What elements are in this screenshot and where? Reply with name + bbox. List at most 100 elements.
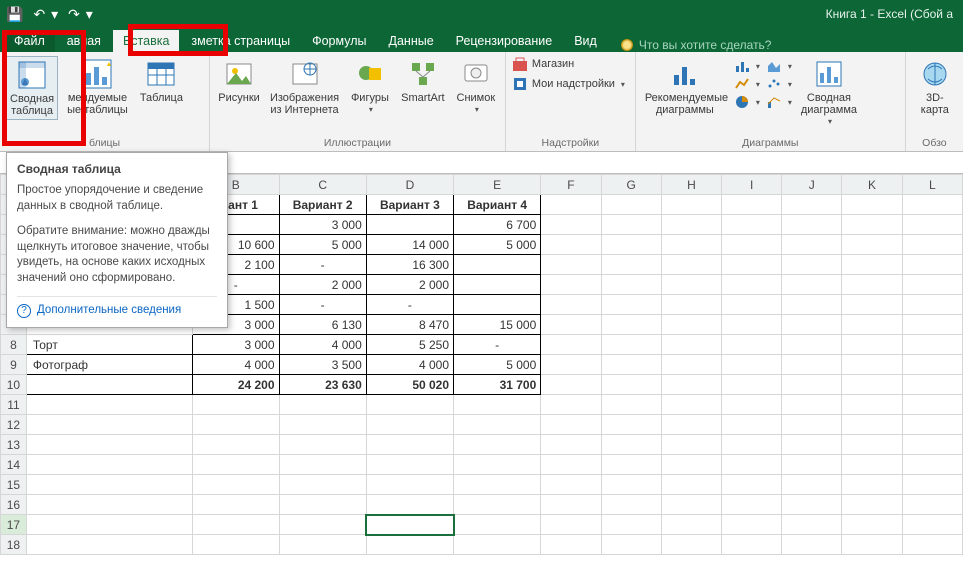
col-header[interactable]: E: [454, 175, 541, 195]
row-header[interactable]: 15: [1, 475, 27, 495]
row-header[interactable]: 12: [1, 415, 27, 435]
cell[interactable]: -: [279, 295, 366, 315]
pivot-chart-button[interactable]: Сводная диаграмма▾: [798, 56, 860, 129]
cell[interactable]: 4 000: [192, 355, 279, 375]
col-header[interactable]: I: [722, 175, 782, 195]
cell[interactable]: 4 000: [366, 355, 453, 375]
cell[interactable]: 6 130: [279, 315, 366, 335]
table-row[interactable]: 14: [1, 455, 963, 475]
cell[interactable]: [366, 215, 453, 235]
row-header[interactable]: 13: [1, 435, 27, 455]
cell[interactable]: [454, 255, 541, 275]
recommended-pivot-button[interactable]: мендуемые ые таблицы: [64, 56, 131, 118]
row-header[interactable]: 14: [1, 455, 27, 475]
cell[interactable]: 8 470: [366, 315, 453, 335]
cell[interactable]: 4 000: [279, 335, 366, 355]
chart-type-pie[interactable]: ▾: [734, 94, 760, 110]
cell[interactable]: 3 500: [279, 355, 366, 375]
chart-type-scatter[interactable]: ▾: [766, 76, 792, 92]
cell[interactable]: 5 000: [279, 235, 366, 255]
cell[interactable]: -: [454, 335, 541, 355]
screenshot-button[interactable]: Снимок▾: [453, 56, 499, 117]
store-button[interactable]: Магазин: [512, 56, 625, 72]
table-row[interactable]: 18: [1, 535, 963, 555]
cell[interactable]: 5 000: [454, 355, 541, 375]
col-header[interactable]: J: [782, 175, 842, 195]
cell[interactable]: 2 000: [279, 275, 366, 295]
cell[interactable]: 6 700: [454, 215, 541, 235]
recommended-charts-button[interactable]: Рекомендуемые диаграммы: [642, 56, 728, 118]
cell[interactable]: [454, 275, 541, 295]
active-cell[interactable]: [366, 515, 453, 535]
table-row[interactable]: 8 Торт 3 000 4 000 5 250 -: [1, 335, 963, 355]
row-header[interactable]: 10: [1, 375, 27, 395]
cell[interactable]: 50 020: [366, 375, 453, 395]
undo-icon[interactable]: ↶ ▾: [33, 6, 58, 23]
redo-icon[interactable]: ↷ ▾: [68, 6, 93, 23]
pictures-button[interactable]: Рисунки: [216, 56, 262, 106]
table-row[interactable]: 15: [1, 475, 963, 495]
cell[interactable]: Вариант 3: [366, 195, 453, 215]
cell[interactable]: 16 300: [366, 255, 453, 275]
tab-file[interactable]: Файл: [4, 30, 55, 52]
row-header[interactable]: 11: [1, 395, 27, 415]
table-row[interactable]: 10 24 200 23 630 50 020 31 700: [1, 375, 963, 395]
col-header[interactable]: D: [366, 175, 453, 195]
online-pictures-button[interactable]: Изображения из Интернета: [268, 56, 341, 118]
tab-review[interactable]: Рецензирование: [446, 30, 563, 52]
row-header[interactable]: 16: [1, 495, 27, 515]
cell[interactable]: Вариант 2: [279, 195, 366, 215]
cell[interactable]: 5 000: [454, 235, 541, 255]
row-header[interactable]: 9: [1, 355, 27, 375]
smartart-button[interactable]: SmartArt: [399, 56, 447, 106]
col-header[interactable]: L: [902, 175, 962, 195]
col-header[interactable]: K: [842, 175, 902, 195]
chart-type-area[interactable]: ▾: [766, 58, 792, 74]
cell[interactable]: Торт: [26, 335, 192, 355]
my-addins-button[interactable]: Мои надстройки ▾: [512, 76, 625, 92]
cell[interactable]: 15 000: [454, 315, 541, 335]
shapes-button[interactable]: Фигуры▾: [347, 56, 393, 117]
cell[interactable]: 5 250: [366, 335, 453, 355]
cell[interactable]: 24 200: [192, 375, 279, 395]
cell[interactable]: Фотограф: [26, 355, 192, 375]
tab-page-layout[interactable]: зметка страницы: [181, 30, 300, 52]
3d-map-button[interactable]: 3D- карта: [912, 56, 958, 118]
row-header[interactable]: 17: [1, 515, 27, 535]
cell[interactable]: 3 000: [192, 335, 279, 355]
table-row[interactable]: 12: [1, 415, 963, 435]
cell[interactable]: 2 000: [366, 275, 453, 295]
cell[interactable]: 23 630: [279, 375, 366, 395]
table-row[interactable]: 9 Фотограф 4 000 3 500 4 000 5 000: [1, 355, 963, 375]
chart-type-line[interactable]: ▾: [734, 76, 760, 92]
cell[interactable]: 3 000: [279, 215, 366, 235]
cell[interactable]: -: [366, 295, 453, 315]
pivot-table-button[interactable]: Сводная таблица: [6, 56, 58, 120]
cell[interactable]: 14 000: [366, 235, 453, 255]
row-header[interactable]: 8: [1, 335, 27, 355]
tooltip-more-link[interactable]: ? Дополнительные сведения: [17, 296, 217, 319]
table-row[interactable]: 17: [1, 515, 963, 535]
cell[interactable]: [26, 375, 192, 395]
col-header[interactable]: H: [661, 175, 721, 195]
col-header[interactable]: C: [279, 175, 366, 195]
table-row[interactable]: 11: [1, 395, 963, 415]
cell[interactable]: Вариант 4: [454, 195, 541, 215]
table-row[interactable]: 16: [1, 495, 963, 515]
tab-view[interactable]: Вид: [564, 30, 607, 52]
cell[interactable]: -: [279, 255, 366, 275]
chart-type-more[interactable]: ▾: [766, 94, 792, 110]
tell-me-search[interactable]: Что вы хотите сделать?: [621, 38, 772, 52]
tab-formulas[interactable]: Формулы: [302, 30, 376, 52]
cell[interactable]: [454, 295, 541, 315]
tab-data[interactable]: Данные: [379, 30, 444, 52]
tab-home[interactable]: авная: [57, 30, 111, 52]
chart-type-bar[interactable]: ▾: [734, 58, 760, 74]
cell[interactable]: 31 700: [454, 375, 541, 395]
row-header[interactable]: 18: [1, 535, 27, 555]
col-header[interactable]: G: [601, 175, 661, 195]
save-icon[interactable]: 💾: [6, 6, 23, 23]
table-button[interactable]: Таблица: [137, 56, 186, 106]
col-header[interactable]: F: [541, 175, 601, 195]
table-row[interactable]: 13: [1, 435, 963, 455]
